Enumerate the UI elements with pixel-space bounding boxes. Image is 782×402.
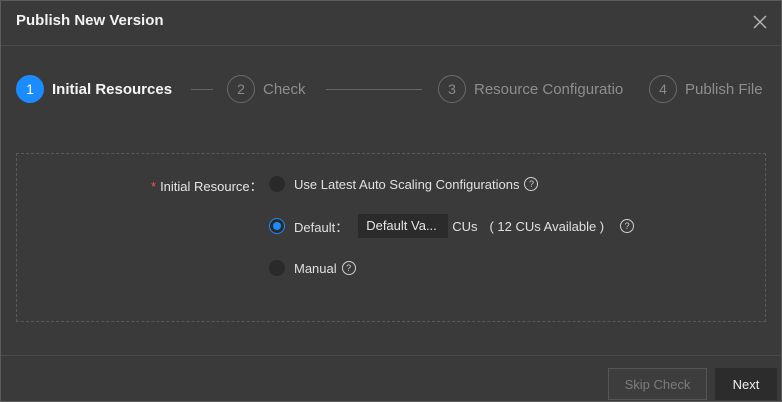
step-number: 1	[16, 75, 44, 103]
initial-resource-label: * Initial Resource：	[151, 176, 263, 195]
help-icon[interactable]: ?	[620, 219, 635, 233]
step-publish-file: 4 Publish File	[649, 74, 763, 104]
step-resource-configuration: 3 Resource Configuratio	[438, 74, 630, 104]
cu-available: ( 12 CUs Available )	[489, 218, 605, 234]
dialog-title: Publish New Version	[16, 12, 164, 29]
step-connector	[191, 89, 213, 90]
step-label: Check	[263, 80, 306, 98]
radio-default[interactable]	[269, 218, 285, 234]
help-icon[interactable]: ?	[524, 177, 539, 191]
publish-dialog: Publish New Version 1 Initial Resources …	[0, 0, 782, 402]
option-label: Use Latest Auto Scaling Configurations	[294, 176, 520, 192]
step-label: Publish File	[685, 80, 763, 98]
radio-auto-scaling[interactable]	[269, 176, 285, 192]
step-label: Initial Resources	[52, 80, 173, 98]
step-number: 4	[649, 75, 677, 103]
step-number: 3	[438, 75, 466, 103]
required-mark: *	[151, 179, 157, 194]
cu-select[interactable]: Default Va...	[358, 214, 449, 238]
skip-check-button[interactable]: Skip Check	[608, 368, 707, 400]
option-auto-scaling[interactable]: Use Latest Auto Scaling Configurations ?	[269, 176, 539, 192]
option-manual[interactable]: Manual ?	[269, 260, 356, 276]
option-label: Default：	[294, 219, 349, 235]
step-label: Resource Configuratio	[474, 80, 624, 98]
step-initial-resources: 1 Initial Resources	[16, 74, 172, 104]
option-default[interactable]: Default： Default Va... CUs ( 12 CUs Avai…	[269, 214, 635, 238]
next-button[interactable]: Next	[715, 368, 777, 400]
radio-manual[interactable]	[269, 260, 285, 276]
step-number: 2	[227, 75, 255, 103]
cu-unit: CUs	[452, 218, 478, 234]
step-connector	[326, 89, 422, 90]
field-label-text: Initial Resource：	[160, 179, 263, 194]
step-check: 2 Check	[227, 74, 306, 104]
dialog-footer: Skip Check Next	[1, 355, 781, 401]
help-icon[interactable]: ?	[341, 261, 356, 275]
dialog-header: Publish New Version	[1, 1, 781, 46]
option-label: Manual	[294, 260, 337, 276]
steps-bar: 1 Initial Resources 2 Check 3 Resource C…	[1, 71, 781, 107]
close-icon[interactable]	[749, 11, 771, 33]
